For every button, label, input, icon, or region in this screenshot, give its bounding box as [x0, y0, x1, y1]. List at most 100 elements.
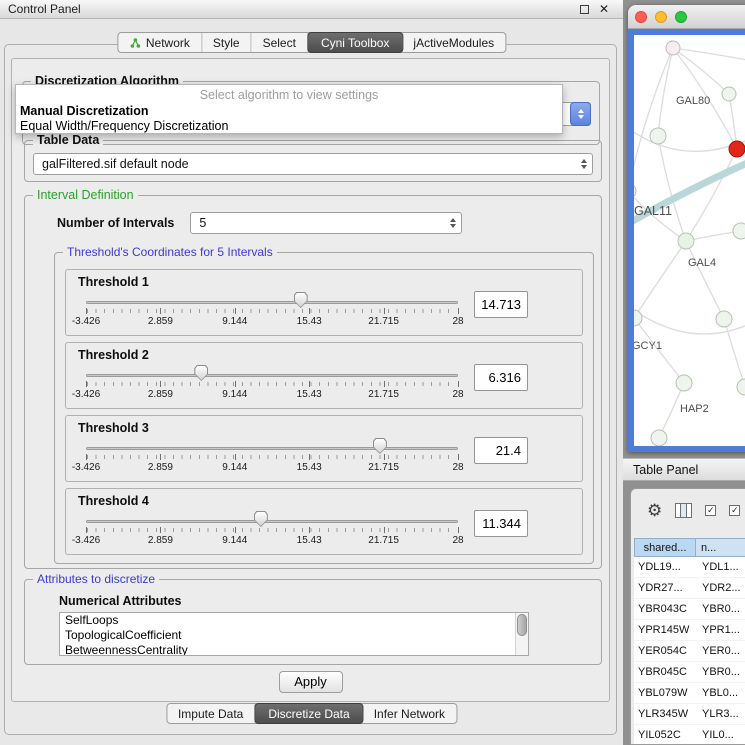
threshold-1-value-field[interactable]: 14.713 [474, 291, 528, 318]
table-panel-toolbar: ⚙ ✓ ✓ [631, 489, 745, 531]
tab-label: Discretize Data [268, 707, 349, 721]
network-node[interactable] [650, 128, 666, 144]
slider-track[interactable] [86, 520, 458, 523]
table-row[interactable]: YLR345WYLR3... [634, 704, 745, 725]
bottom-tabstrip: Impute Data Discretize Data Infer Networ… [166, 703, 457, 724]
tab-label: jActiveModules [413, 36, 494, 50]
tick-label: 15.43 [297, 389, 322, 400]
network-view-window: GAL80 GAL11 GAL4 GCY1 HAP2 [628, 5, 745, 452]
network-node[interactable] [722, 87, 736, 101]
table-row[interactable]: YBR043CYBR0... [634, 599, 745, 620]
slider-minor-ticks [87, 455, 457, 459]
network-node[interactable] [634, 310, 642, 326]
zoom-traffic-light-icon[interactable] [675, 11, 687, 23]
threshold-panel: Threshold 2 -3.426 2.859 9.144 15.43 [65, 342, 583, 409]
attributes-list[interactable]: SelfLoops TopologicalCoefficient Between… [59, 612, 529, 656]
list-item[interactable]: TopologicalCoefficient [60, 628, 528, 643]
network-node[interactable] [651, 430, 667, 446]
tab-label: Style [213, 36, 240, 50]
tick-label: 21.715 [368, 316, 399, 327]
tab-discretize-data[interactable]: Discretize Data [254, 703, 363, 724]
threshold-4-slider[interactable]: -3.426 2.859 9.144 15.43 21.715 28 [86, 510, 458, 550]
tick-label: 9.144 [222, 535, 247, 546]
slider-track[interactable] [86, 374, 458, 377]
network-node[interactable] [676, 375, 692, 391]
float-window-icon[interactable] [580, 5, 589, 14]
threshold-2-slider[interactable]: -3.426 2.859 9.144 15.43 21.715 28 [86, 364, 458, 404]
checkbox-icon[interactable]: ✓ [729, 505, 740, 516]
network-node[interactable] [634, 183, 636, 199]
dropdown-option-manual[interactable]: Manual Discretization [16, 104, 562, 119]
threshold-panel: Threshold 1 -3.426 2.859 9.144 15.43 [65, 269, 583, 336]
column-header-shared-name[interactable]: shared... [634, 538, 696, 557]
tab-network[interactable]: Network [118, 33, 202, 52]
list-scrollbar[interactable] [515, 613, 528, 655]
node-table: shared... n... YDL19...YDL1... YDR27...Y… [634, 538, 745, 744]
slider-track[interactable] [86, 447, 458, 450]
combo-stepper-icon[interactable] [570, 102, 591, 126]
network-node[interactable] [737, 379, 745, 395]
checkbox-icon[interactable]: ✓ [705, 505, 716, 516]
slider-thumb[interactable] [254, 511, 268, 527]
threshold-3-slider[interactable]: -3.426 2.859 9.144 15.43 21.715 28 [86, 437, 458, 477]
tick-label: -3.426 [72, 535, 100, 546]
slider-thumb[interactable] [294, 292, 308, 308]
table-row[interactable]: YDL19...YDL1... [634, 557, 745, 578]
threshold-3-value-field[interactable]: 21.4 [474, 437, 528, 464]
tab-impute-data[interactable]: Impute Data [167, 704, 255, 723]
table-data-group: Table Data galFiltered.sif default node [24, 140, 602, 182]
tab-style[interactable]: Style [202, 33, 252, 52]
scrollbar-thumb[interactable] [517, 614, 527, 636]
slider-track[interactable] [86, 301, 458, 304]
tab-label: Network [146, 36, 190, 50]
threshold-1-slider[interactable]: -3.426 2.859 9.144 15.43 21.715 28 [86, 291, 458, 331]
table-row[interactable]: YBR045CYBR0... [634, 662, 745, 683]
gear-icon[interactable]: ⚙ [647, 502, 662, 519]
list-item[interactable]: SelfLoops [60, 613, 528, 628]
network-node[interactable] [733, 223, 745, 239]
node-label: GAL11 [634, 204, 672, 218]
table-row[interactable]: YDR27...YDR2... [634, 578, 745, 599]
right-workspace: GAL80 GAL11 GAL4 GCY1 HAP2 Table Panel ⚙… [623, 0, 745, 745]
network-node[interactable] [678, 233, 694, 249]
table-row[interactable]: YIL052CYIL0... [634, 725, 745, 744]
threshold-2-value-field[interactable]: 6.316 [474, 364, 528, 391]
network-node[interactable] [666, 41, 680, 55]
network-window-titlebar[interactable] [628, 5, 745, 29]
column-header-name[interactable]: n... [696, 538, 745, 557]
table-panel-title: Table Panel [633, 463, 698, 477]
network-canvas[interactable]: GAL80 GAL11 GAL4 GCY1 HAP2 [634, 35, 745, 448]
tick-label: 2.859 [148, 462, 173, 473]
table-row[interactable]: YBL079WYBL0... [634, 683, 745, 704]
minimize-traffic-light-icon[interactable] [655, 11, 667, 23]
control-panel-titlebar: Control Panel ✕ [0, 0, 623, 19]
combo-stepper-icon[interactable] [450, 218, 456, 228]
close-icon[interactable]: ✕ [599, 3, 609, 15]
slider-minor-ticks [87, 528, 457, 532]
dropdown-option-equal-width[interactable]: Equal Width/Frequency Discretization [16, 119, 562, 134]
columns-icon[interactable] [675, 503, 692, 518]
slider-thumb[interactable] [373, 438, 387, 454]
table-data-combo[interactable]: galFiltered.sif default node [33, 153, 593, 175]
list-item[interactable]: BetweennessCentrality [60, 643, 528, 656]
tab-select[interactable]: Select [252, 33, 308, 52]
threshold-4-value-field[interactable]: 11.344 [474, 510, 528, 537]
tab-jactivemodules[interactable]: jActiveModules [402, 33, 505, 52]
close-traffic-light-icon[interactable] [635, 11, 647, 23]
table-row[interactable]: YPR145WYPR1... [634, 620, 745, 641]
screenshot-root: Control Panel ✕ Network Style Select [0, 0, 745, 745]
table-panel-window: ⚙ ✓ ✓ shared... n... YDL19...YDL1... YDR… [630, 488, 745, 745]
selected-network-node[interactable] [729, 141, 745, 157]
apply-button[interactable]: Apply [279, 671, 343, 693]
network-node[interactable] [716, 311, 732, 327]
threshold-label: Threshold 3 [78, 421, 572, 435]
number-of-intervals-combo[interactable]: 5 [190, 212, 462, 234]
slider-thumb[interactable] [194, 365, 208, 381]
table-header-row: shared... n... [634, 538, 745, 557]
table-row[interactable]: YER054CYER0... [634, 641, 745, 662]
combo-stepper-icon[interactable] [581, 159, 587, 169]
tab-infer-network[interactable]: Infer Network [363, 704, 456, 723]
tab-cyni-toolbox[interactable]: Cyni Toolbox [307, 32, 403, 53]
node-label: HAP2 [680, 403, 709, 415]
tick-label: 28 [452, 462, 463, 473]
